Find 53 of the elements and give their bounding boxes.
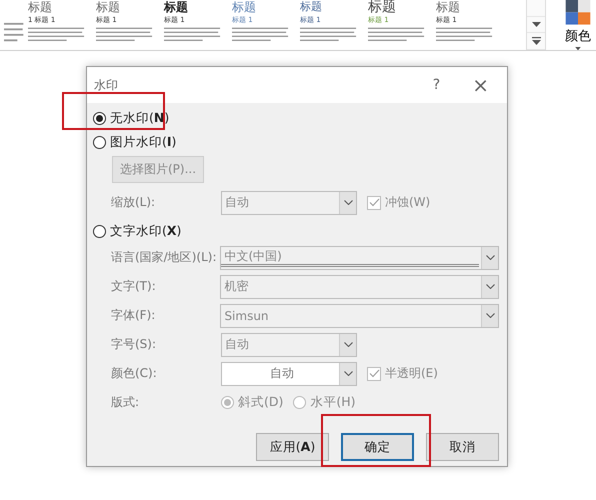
text-lines-drawing bbox=[436, 27, 494, 43]
field-label: 字体(F): bbox=[111, 307, 156, 324]
text-lines-drawing bbox=[96, 27, 154, 43]
dropdown-field[interactable]: 自动 bbox=[221, 332, 357, 356]
check-icon bbox=[368, 369, 380, 378]
chevron-down-icon bbox=[344, 200, 352, 205]
text-lines-drawing bbox=[164, 27, 222, 43]
dialog-button[interactable]: 取消 bbox=[426, 433, 499, 461]
text-watermark-radio[interactable]: 文字水印(X) bbox=[93, 219, 182, 243]
style-title: 标题 bbox=[232, 0, 257, 14]
chevron-down-icon bbox=[486, 284, 494, 289]
chevron-down-icon bbox=[344, 342, 352, 347]
text-lines-drawing bbox=[368, 27, 426, 43]
style-title: 标题 bbox=[96, 0, 121, 14]
scale-label: 缩放(L): bbox=[111, 194, 156, 211]
dialog-button[interactable]: 确定 bbox=[341, 433, 414, 461]
caret-down-icon bbox=[532, 22, 541, 28]
text-lines-drawing bbox=[232, 27, 290, 43]
style-title: 标题 bbox=[28, 0, 53, 14]
style-title: 标题 bbox=[436, 0, 461, 14]
picture-watermark-radio[interactable]: 图片水印(I) bbox=[93, 130, 176, 154]
text-lines-drawing bbox=[28, 27, 86, 43]
dialog-title: 水印 bbox=[94, 76, 119, 94]
color-dropdown[interactable]: 自动 bbox=[221, 362, 357, 386]
style-title: 标题 bbox=[368, 0, 397, 14]
chevron-down-icon bbox=[344, 371, 352, 376]
expand-icon bbox=[532, 37, 541, 46]
layout-radio[interactable]: 水平(H) bbox=[293, 390, 356, 414]
dropdown-field[interactable]: 机密 bbox=[220, 274, 499, 298]
text-lines-drawing bbox=[300, 27, 358, 43]
caret-down-icon bbox=[574, 46, 582, 50]
help-button[interactable]: ? bbox=[432, 77, 440, 93]
check-icon bbox=[368, 198, 380, 207]
dropdown-field[interactable]: Simsun bbox=[220, 304, 499, 328]
colors-button[interactable]: 颜色 bbox=[560, 0, 596, 50]
text-lines-drawing bbox=[4, 22, 24, 44]
chevron-down-icon bbox=[486, 313, 494, 318]
close-button[interactable]: × bbox=[472, 73, 489, 97]
style-title: 标题 bbox=[164, 0, 189, 14]
field-label: 语言(国家/地区)(L): bbox=[111, 249, 218, 266]
scale-dropdown[interactable]: 自动 bbox=[221, 190, 357, 214]
dropdown-field[interactable]: 中文(中国) bbox=[220, 246, 499, 270]
style-title: 标题 bbox=[300, 0, 323, 14]
chevron-down-icon bbox=[486, 255, 494, 260]
scroll-down-button[interactable] bbox=[527, 16, 545, 34]
dialog-button[interactable]: 应用(A) bbox=[256, 433, 329, 461]
layout-label: 版式: bbox=[111, 394, 140, 411]
more-button[interactable] bbox=[527, 33, 545, 50]
field-label: 文字(T): bbox=[111, 278, 157, 295]
no-watermark-radio[interactable]: 无水印(N) bbox=[93, 106, 170, 130]
field-label: 字号(S): bbox=[111, 336, 158, 353]
layout-radio[interactable]: 斜式(D) bbox=[221, 390, 284, 414]
color-label: 颜色(C): bbox=[111, 365, 158, 382]
